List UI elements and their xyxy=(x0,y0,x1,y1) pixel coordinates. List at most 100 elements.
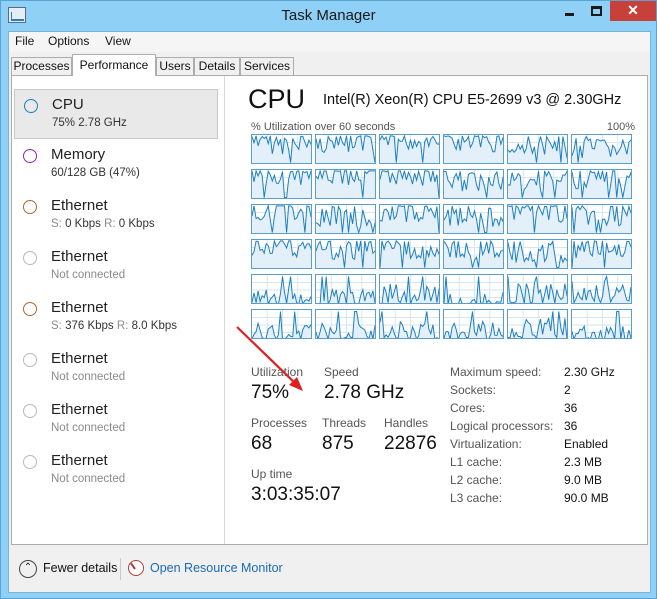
logical-processor-graph xyxy=(315,169,376,199)
close-icon: ✕ xyxy=(627,2,639,18)
page-title: CPU xyxy=(248,84,306,114)
logical-processor-graph xyxy=(571,169,632,199)
logical-processor-graph xyxy=(507,134,568,164)
cpu-indicator-icon xyxy=(24,99,38,113)
sidebar-item-detail: Not connected xyxy=(51,371,126,383)
spec-max-speed-label: Maximum speed: xyxy=(450,365,542,379)
menu-file[interactable]: File xyxy=(15,34,34,48)
tab-users[interactable]: Users xyxy=(156,57,194,76)
tab-services[interactable]: Services xyxy=(240,57,294,76)
threads-label: Threads xyxy=(322,416,367,430)
send-label: S: xyxy=(51,320,62,332)
send-value: 376 Kbps xyxy=(65,320,114,332)
sidebar-item-detail: Not connected xyxy=(51,473,126,485)
close-button[interactable]: ✕ xyxy=(610,1,656,21)
spec-l3-cache-value: 90.0 MB xyxy=(564,491,609,505)
receive-value: 8.0 Kbps xyxy=(131,320,177,332)
logical-processor-graph-grid[interactable] xyxy=(251,134,633,342)
sidebar-item-label: Ethernet xyxy=(51,299,108,316)
tab-strip: Processes Performance Users Details Serv… xyxy=(9,54,650,76)
logical-processor-graph xyxy=(507,274,568,304)
logical-processor-graph xyxy=(571,134,632,164)
performance-panel: CPU 75% 2.78 GHz Memory 60/128 GB (47%) … xyxy=(11,75,648,545)
spec-l2-cache-label: L2 cache: xyxy=(450,473,503,487)
spec-sockets-label: Sockets: xyxy=(450,383,497,397)
menu-view[interactable]: View xyxy=(105,34,131,48)
sidebar-item-ethernet-2[interactable]: Ethernet Not connected xyxy=(14,242,218,292)
fewer-details-button[interactable]: Fewer details xyxy=(43,561,117,575)
tab-processes[interactable]: Processes xyxy=(11,57,72,76)
ethernet-indicator-icon xyxy=(23,200,37,214)
logical-processor-graph xyxy=(507,169,568,199)
tab-details[interactable]: Details xyxy=(194,57,240,76)
minimize-button[interactable] xyxy=(556,1,583,21)
logical-processor-graph xyxy=(251,239,312,269)
title-bar[interactable]: Task Manager ✕ xyxy=(1,1,656,31)
sidebar-item-label: Ethernet xyxy=(51,452,108,469)
menu-options[interactable]: Options xyxy=(48,34,89,48)
utilization-max-label: 100% xyxy=(606,121,635,133)
ethernet-indicator-icon xyxy=(23,455,37,469)
client-area: File Options View Processes Performance … xyxy=(8,31,651,593)
spec-virtualization-value: Enabled xyxy=(564,437,609,451)
resource-monitor-icon[interactable] xyxy=(128,560,144,576)
tab-performance[interactable]: Performance xyxy=(72,54,156,76)
receive-value: 0 Kbps xyxy=(118,218,155,230)
sidebar-divider xyxy=(224,76,225,544)
send-label: S: xyxy=(51,218,62,230)
sidebar-item-ethernet-1[interactable]: Ethernet S: 0 Kbps R: 0 Kbps xyxy=(14,191,218,241)
cpu-model-name: Intel(R) Xeon(R) CPU E5-2699 v3 @ 2.30GH… xyxy=(323,92,622,108)
sidebar-item-label: Ethernet xyxy=(51,401,108,418)
annotation-arrow xyxy=(236,326,303,391)
logical-processor-graph xyxy=(315,134,376,164)
spec-virtualization-label: Virtualization: xyxy=(450,437,522,451)
logical-processor-graph xyxy=(315,204,376,234)
logical-processor-graph xyxy=(251,274,312,304)
sidebar-item-label: CPU xyxy=(52,96,84,113)
logical-processor-graph xyxy=(571,274,632,304)
logical-processor-graph xyxy=(251,134,312,164)
logical-processor-graph xyxy=(315,239,376,269)
sidebar-item-detail: S: 376 Kbps R: 8.0 Kbps xyxy=(51,320,177,332)
logical-processor-graph xyxy=(443,169,504,199)
spec-sockets-value: 2 xyxy=(564,383,571,397)
logical-processor-graph xyxy=(507,204,568,234)
open-resource-monitor-link[interactable]: Open Resource Monitor xyxy=(150,561,283,575)
logical-processor-graph xyxy=(251,204,312,234)
sidebar-item-ethernet-4[interactable]: Ethernet Not connected xyxy=(14,344,218,394)
send-value: 0 Kbps xyxy=(65,218,101,230)
sidebar-item-label: Memory xyxy=(51,146,106,163)
logical-processor-graph xyxy=(443,204,504,234)
uptime-label: Up time xyxy=(251,467,293,481)
sidebar-item-label: Ethernet xyxy=(51,350,108,367)
footer-bar: ⌃ Fewer details Open Resource Monitor xyxy=(9,547,650,592)
utilization-caption: % Utilization over 60 seconds xyxy=(251,121,396,133)
minimize-icon xyxy=(565,13,574,16)
logical-processor-graph xyxy=(379,169,440,199)
sidebar-item-ethernet-6[interactable]: Ethernet Not connected xyxy=(14,446,218,496)
logical-processor-graph xyxy=(443,309,504,339)
ethernet-indicator-icon xyxy=(23,302,37,316)
sidebar-item-ethernet-3[interactable]: Ethernet S: 376 Kbps R: 8.0 Kbps xyxy=(14,293,218,343)
processes-value: 68 xyxy=(251,433,273,454)
sidebar-item-label: Ethernet xyxy=(51,197,108,214)
sidebar-item-cpu[interactable]: CPU 75% 2.78 GHz xyxy=(14,89,218,139)
ethernet-indicator-icon xyxy=(23,404,37,418)
handles-label: Handles xyxy=(384,416,429,430)
chevron-up-icon[interactable]: ⌃ xyxy=(19,560,37,578)
sidebar-item-detail: 75% 2.78 GHz xyxy=(52,117,127,129)
sidebar-item-ethernet-5[interactable]: Ethernet Not connected xyxy=(14,395,218,445)
spec-l2-cache-value: 9.0 MB xyxy=(564,473,603,487)
sidebar-item-memory[interactable]: Memory 60/128 GB (47%) xyxy=(14,140,218,190)
spec-cores-label: Cores: xyxy=(450,401,486,415)
sidebar-item-detail: 60/128 GB (47%) xyxy=(51,167,140,179)
logical-processor-graph xyxy=(379,204,440,234)
processes-label: Processes xyxy=(251,416,308,430)
logical-processor-graph xyxy=(571,309,632,339)
uptime-value: 3:03:35:07 xyxy=(251,484,341,505)
ethernet-indicator-icon xyxy=(23,251,37,265)
spec-cores-value: 36 xyxy=(564,401,578,415)
spec-l1-cache-label: L1 cache: xyxy=(450,455,503,469)
logical-processor-graph xyxy=(443,239,504,269)
maximize-button[interactable] xyxy=(583,1,610,21)
